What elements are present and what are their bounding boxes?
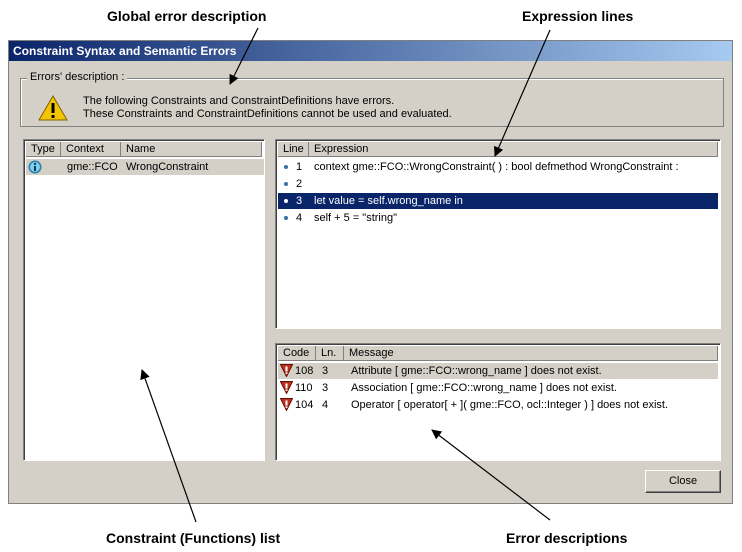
annotation-arrows bbox=[140, 27, 551, 523]
arrow-global-error bbox=[229, 27, 259, 85]
arrow-expression-lines bbox=[494, 29, 551, 157]
arrow-constraint-list bbox=[140, 369, 197, 523]
arrow-error-descriptions bbox=[431, 429, 551, 521]
